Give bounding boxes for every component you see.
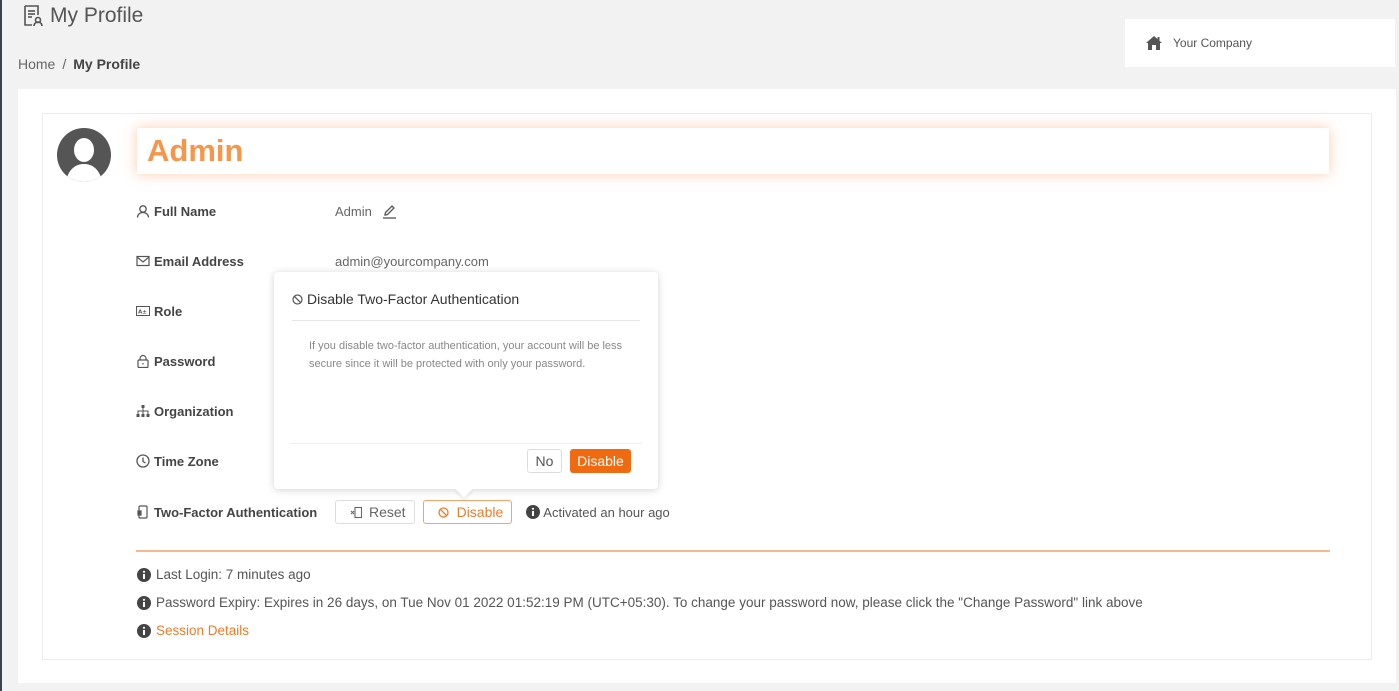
- popover-message: If you disable two-factor authentication…: [309, 340, 623, 370]
- field-label: Email Address: [154, 253, 244, 269]
- field-two-factor-authentication: Two-Factor Authentication Reset Disable …: [136, 500, 670, 524]
- reset-label: Reset: [369, 504, 406, 520]
- session-details-row: Session Details: [137, 623, 249, 638]
- profile-display-name: Admin: [147, 133, 244, 168]
- popover-title: Disable Two-Factor Authentication: [307, 291, 520, 307]
- profile-card: Admin Full Name Admin Email Address admi…: [42, 113, 1372, 660]
- field-label: Full Name: [154, 203, 217, 219]
- password-expiry-text: Password Expiry: Expires in 26 days, on …: [156, 595, 1143, 610]
- section-divider: [136, 550, 1330, 552]
- session-details-link[interactable]: Session Details: [156, 623, 249, 638]
- id-card-icon: A±: [136, 306, 150, 316]
- page-title: My Profile: [50, 4, 144, 27]
- breadcrumb: Home / My Profile: [18, 56, 140, 72]
- field-label: Two-Factor Authentication: [154, 504, 318, 520]
- reset-2fa-button[interactable]: Reset: [335, 500, 415, 524]
- svg-text:A±: A±: [138, 310, 147, 316]
- popover-divider: [290, 443, 642, 444]
- user-avatar-icon: [57, 128, 111, 182]
- company-name: Your Company: [1173, 36, 1252, 50]
- home-icon: [1146, 36, 1162, 50]
- 2fa-status: Activated an hour ago: [526, 504, 670, 520]
- info-icon: [137, 567, 151, 582]
- disable-label: Disable: [456, 504, 504, 520]
- user-icon: [136, 205, 150, 218]
- popover-divider: [292, 320, 640, 321]
- page-header: My Profile: [22, 4, 143, 28]
- breadcrumb-separator: /: [62, 56, 67, 72]
- mobile-icon: [137, 505, 148, 519]
- field-full-name: Full Name Admin: [136, 201, 397, 221]
- field-value: admin@yourcompany.com: [335, 253, 489, 269]
- edit-pencil-icon[interactable]: [382, 204, 397, 219]
- ban-icon: [437, 506, 449, 518]
- info-icon: [137, 595, 151, 610]
- field-label: Organization: [154, 403, 234, 419]
- reset-icon: [350, 506, 363, 518]
- last-login-row: Last Login: 7 minutes ago: [137, 567, 311, 582]
- popover-confirm-disable-button[interactable]: Disable: [570, 449, 631, 473]
- popover-no-button[interactable]: No: [527, 449, 562, 473]
- lock-icon: [137, 354, 149, 368]
- info-icon: [137, 623, 151, 638]
- breadcrumb-home[interactable]: Home: [18, 56, 55, 72]
- profile-document-icon: [24, 5, 43, 27]
- breadcrumb-current: My Profile: [73, 56, 141, 72]
- envelope-icon: [136, 255, 150, 267]
- sitemap-icon: [136, 405, 150, 417]
- field-email-address: Email Address admin@yourcompany.com: [136, 251, 489, 271]
- company-selector[interactable]: Your Company: [1125, 19, 1395, 67]
- clock-icon: [136, 454, 150, 468]
- popover-header: Disable Two-Factor Authentication: [292, 291, 519, 307]
- last-login-text: Last Login: 7 minutes ago: [156, 567, 311, 582]
- disable-2fa-popover: Disable Two-Factor Authentication If you…: [274, 272, 658, 489]
- password-expiry-row: Password Expiry: Expires in 26 days, on …: [137, 595, 1143, 610]
- info-icon: [526, 505, 541, 519]
- ban-icon: [292, 293, 303, 305]
- field-label: Password: [154, 353, 216, 369]
- field-label: Time Zone: [154, 453, 219, 469]
- 2fa-status-text: Activated an hour ago: [543, 504, 670, 520]
- disable-2fa-button[interactable]: Disable: [422, 500, 513, 524]
- field-value: Admin: [335, 203, 372, 219]
- profile-container: Admin Full Name Admin Email Address admi…: [18, 89, 1396, 683]
- profile-name-banner: Admin: [137, 128, 1329, 174]
- field-label: Role: [154, 303, 183, 319]
